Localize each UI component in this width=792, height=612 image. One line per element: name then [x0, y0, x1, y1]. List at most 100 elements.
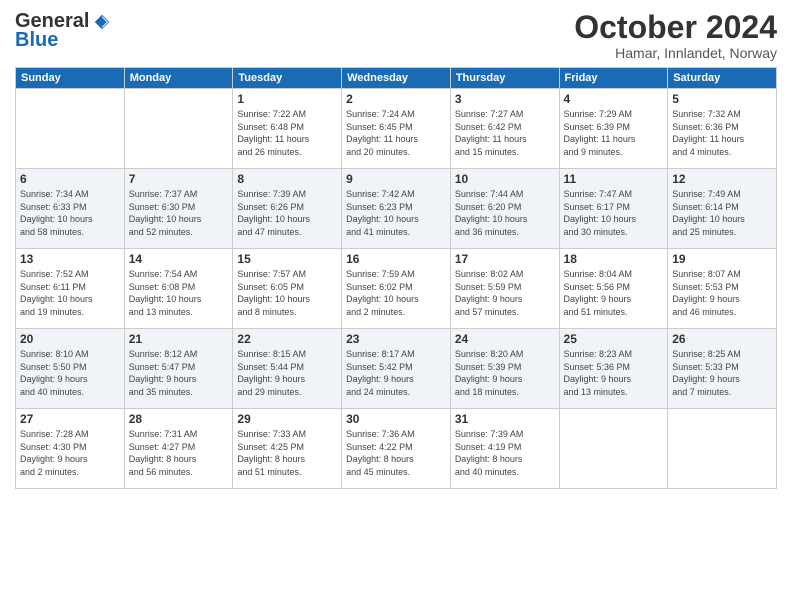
week-row-0: 1 Sunrise: 7:22 AM Sunset: 6:48 PM Daylig… [16, 89, 777, 169]
table-row: 8 Sunrise: 7:39 AM Sunset: 6:26 PM Daylig… [233, 169, 342, 249]
day-number: 1 [237, 92, 337, 106]
table-row [16, 89, 125, 169]
day-info: Sunrise: 7:49 AM Sunset: 6:14 PM Dayligh… [672, 188, 772, 238]
week-row-3: 20 Sunrise: 8:10 AM Sunset: 5:50 PM Dayli… [16, 329, 777, 409]
table-row: 6 Sunrise: 7:34 AM Sunset: 6:33 PM Daylig… [16, 169, 125, 249]
table-row: 12 Sunrise: 7:49 AM Sunset: 6:14 PM Dayli… [668, 169, 777, 249]
day-info: Sunrise: 8:04 AM Sunset: 5:56 PM Dayligh… [564, 268, 664, 318]
table-row: 15 Sunrise: 7:57 AM Sunset: 6:05 PM Dayli… [233, 249, 342, 329]
day-number: 16 [346, 252, 446, 266]
title-area: October 2024 Hamar, Innlandet, Norway [574, 10, 777, 61]
day-info: Sunrise: 7:39 AM Sunset: 6:26 PM Dayligh… [237, 188, 337, 238]
day-number: 20 [20, 332, 120, 346]
table-row: 28Sunrise: 7:31 AM Sunset: 4:27 PM Dayli… [124, 409, 233, 489]
logo: General Blue [15, 10, 111, 52]
table-row: 7Sunrise: 7:37 AM Sunset: 6:30 PM Daylig… [124, 169, 233, 249]
day-info: Sunrise: 7:36 AM Sunset: 4:22 PM Dayligh… [346, 428, 446, 478]
table-row: 2Sunrise: 7:24 AM Sunset: 6:45 PM Daylig… [342, 89, 451, 169]
page: General Blue October 2024 Hamar, Innland… [0, 0, 792, 612]
day-number: 30 [346, 412, 446, 426]
table-row: 26 Sunrise: 8:25 AM Sunset: 5:33 PM Dayli… [668, 329, 777, 409]
table-row: 18 Sunrise: 8:04 AM Sunset: 5:56 PM Dayli… [559, 249, 668, 329]
table-row: 5 Sunrise: 7:32 AM Sunset: 6:36 PM Daylig… [668, 89, 777, 169]
table-row: 30 Sunrise: 7:36 AM Sunset: 4:22 PM Dayli… [342, 409, 451, 489]
day-info: Sunrise: 7:54 AM Sunset: 6:08 PM Dayligh… [129, 268, 229, 318]
day-info: Sunrise: 7:39 AM Sunset: 4:19 PM Dayligh… [455, 428, 555, 478]
day-number: 11 [564, 172, 664, 186]
table-row: 31 Sunrise: 7:39 AM Sunset: 4:19 PM Dayli… [450, 409, 559, 489]
day-info: Sunrise: 7:28 AM Sunset: 4:30 PM Dayligh… [20, 428, 120, 478]
table-row: 24 Sunrise: 8:20 AM Sunset: 5:39 PM Dayli… [450, 329, 559, 409]
day-number: 5 [672, 92, 772, 106]
day-number: 24 [455, 332, 555, 346]
day-number: 28 [129, 412, 229, 426]
day-number: 19 [672, 252, 772, 266]
col-saturday: Saturday [668, 68, 777, 89]
table-row: 19 Sunrise: 8:07 AM Sunset: 5:53 PM Dayli… [668, 249, 777, 329]
subtitle: Hamar, Innlandet, Norway [574, 45, 777, 61]
table-row: 23 Sunrise: 8:17 AM Sunset: 5:42 PM Dayli… [342, 329, 451, 409]
day-info: Sunrise: 8:10 AM Sunset: 5:50 PM Dayligh… [20, 348, 120, 398]
day-info: Sunrise: 7:32 AM Sunset: 6:36 PM Dayligh… [672, 108, 772, 158]
day-number: 3 [455, 92, 555, 106]
day-info: Sunrise: 8:25 AM Sunset: 5:33 PM Dayligh… [672, 348, 772, 398]
day-number: 29 [237, 412, 337, 426]
table-row: 10Sunrise: 7:44 AM Sunset: 6:20 PM Dayli… [450, 169, 559, 249]
col-friday: Friday [559, 68, 668, 89]
day-info: Sunrise: 7:44 AM Sunset: 6:20 PM Dayligh… [455, 188, 555, 238]
day-number: 26 [672, 332, 772, 346]
day-info: Sunrise: 8:07 AM Sunset: 5:53 PM Dayligh… [672, 268, 772, 318]
table-row: 3Sunrise: 7:27 AM Sunset: 6:42 PM Daylig… [450, 89, 559, 169]
table-row: 11 Sunrise: 7:47 AM Sunset: 6:17 PM Dayli… [559, 169, 668, 249]
day-number: 4 [564, 92, 664, 106]
col-wednesday: Wednesday [342, 68, 451, 89]
day-number: 8 [237, 172, 337, 186]
day-info: Sunrise: 7:47 AM Sunset: 6:17 PM Dayligh… [564, 188, 664, 238]
day-info: Sunrise: 7:22 AM Sunset: 6:48 PM Dayligh… [237, 108, 337, 158]
table-row: 29 Sunrise: 7:33 AM Sunset: 4:25 PM Dayli… [233, 409, 342, 489]
day-info: Sunrise: 8:17 AM Sunset: 5:42 PM Dayligh… [346, 348, 446, 398]
col-sunday: Sunday [16, 68, 125, 89]
day-number: 12 [672, 172, 772, 186]
day-info: Sunrise: 7:34 AM Sunset: 6:33 PM Dayligh… [20, 188, 120, 238]
day-number: 15 [237, 252, 337, 266]
day-number: 17 [455, 252, 555, 266]
header-row: Sunday Monday Tuesday Wednesday Thursday… [16, 68, 777, 89]
table-row: 1 Sunrise: 7:22 AM Sunset: 6:48 PM Daylig… [233, 89, 342, 169]
table-row [668, 409, 777, 489]
week-row-4: 27 Sunrise: 7:28 AM Sunset: 4:30 PM Dayli… [16, 409, 777, 489]
day-number: 13 [20, 252, 120, 266]
month-title: October 2024 [574, 10, 777, 45]
table-row: 22Sunrise: 8:15 AM Sunset: 5:44 PM Dayli… [233, 329, 342, 409]
table-row: 9Sunrise: 7:42 AM Sunset: 6:23 PM Daylig… [342, 169, 451, 249]
day-number: 7 [129, 172, 229, 186]
day-number: 21 [129, 332, 229, 346]
calendar-table: Sunday Monday Tuesday Wednesday Thursday… [15, 67, 777, 489]
day-info: Sunrise: 8:23 AM Sunset: 5:36 PM Dayligh… [564, 348, 664, 398]
logo-blue: Blue [15, 29, 58, 52]
col-tuesday: Tuesday [233, 68, 342, 89]
day-number: 31 [455, 412, 555, 426]
table-row: 25Sunrise: 8:23 AM Sunset: 5:36 PM Dayli… [559, 329, 668, 409]
day-number: 6 [20, 172, 120, 186]
table-row [559, 409, 668, 489]
col-thursday: Thursday [450, 68, 559, 89]
day-number: 27 [20, 412, 120, 426]
logo-icon [93, 13, 111, 31]
day-info: Sunrise: 8:15 AM Sunset: 5:44 PM Dayligh… [237, 348, 337, 398]
table-row: 13Sunrise: 7:52 AM Sunset: 6:11 PM Dayli… [16, 249, 125, 329]
table-row: 17Sunrise: 8:02 AM Sunset: 5:59 PM Dayli… [450, 249, 559, 329]
day-number: 18 [564, 252, 664, 266]
week-row-1: 6 Sunrise: 7:34 AM Sunset: 6:33 PM Daylig… [16, 169, 777, 249]
week-row-2: 13Sunrise: 7:52 AM Sunset: 6:11 PM Dayli… [16, 249, 777, 329]
day-info: Sunrise: 7:42 AM Sunset: 6:23 PM Dayligh… [346, 188, 446, 238]
day-info: Sunrise: 7:33 AM Sunset: 4:25 PM Dayligh… [237, 428, 337, 478]
table-row: 14Sunrise: 7:54 AM Sunset: 6:08 PM Dayli… [124, 249, 233, 329]
day-info: Sunrise: 7:29 AM Sunset: 6:39 PM Dayligh… [564, 108, 664, 158]
day-info: Sunrise: 7:57 AM Sunset: 6:05 PM Dayligh… [237, 268, 337, 318]
day-info: Sunrise: 7:24 AM Sunset: 6:45 PM Dayligh… [346, 108, 446, 158]
header: General Blue October 2024 Hamar, Innland… [15, 10, 777, 61]
table-row [124, 89, 233, 169]
day-info: Sunrise: 8:20 AM Sunset: 5:39 PM Dayligh… [455, 348, 555, 398]
day-number: 23 [346, 332, 446, 346]
